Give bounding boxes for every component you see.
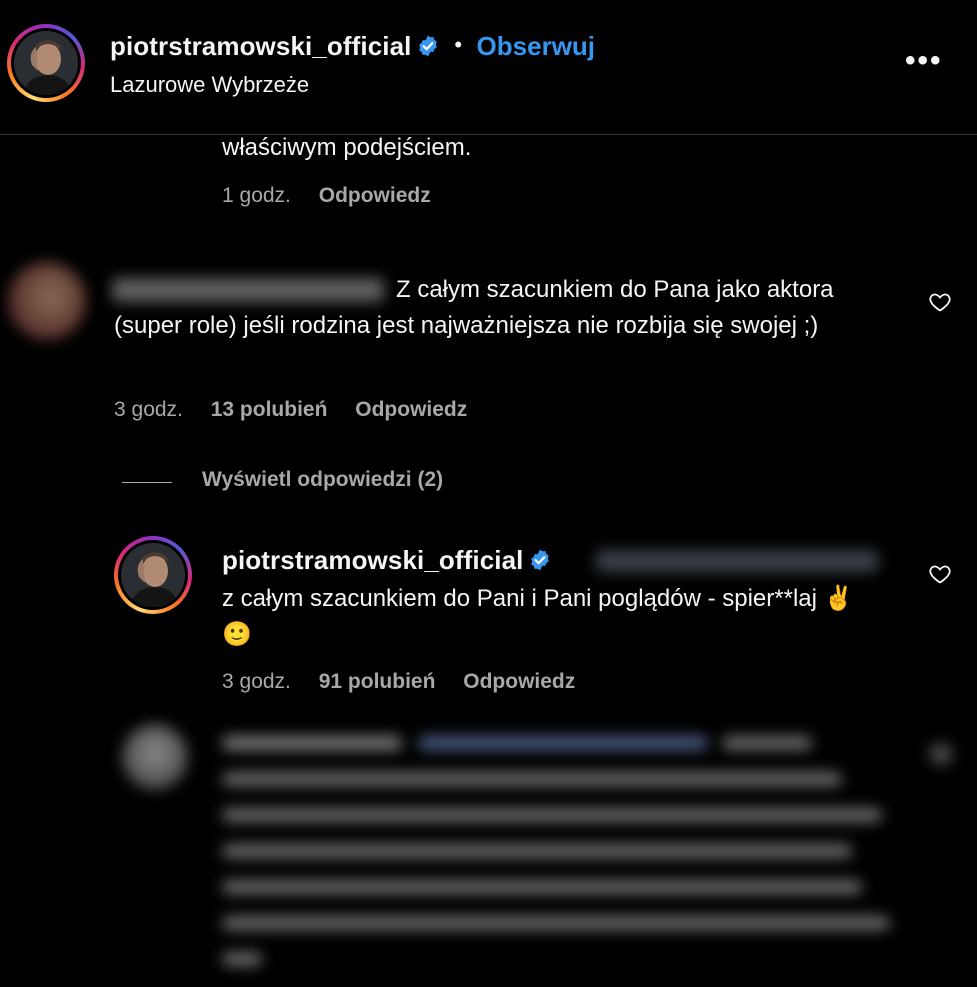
author-avatar[interactable] <box>7 24 85 102</box>
post-header: piotrstramowski_official • Obserwuj Lazu… <box>0 0 977 135</box>
heart-icon[interactable] <box>928 562 952 586</box>
commenter-avatar[interactable] <box>8 262 86 340</box>
replies-divider-line <box>122 482 172 483</box>
partial-comment-time: 1 godz. <box>222 184 291 207</box>
partial-comment-reply-button[interactable]: Odpowiedz <box>319 184 431 207</box>
first-comment-text: Z całym szacunkiem do Pana jako aktora (… <box>114 276 834 339</box>
first-comment-time: 3 godz. <box>114 398 183 421</box>
reply-meta: 3 godz. 91 polubień Odpowiedz <box>222 670 575 694</box>
header-separator: • <box>454 32 463 57</box>
blurred-reply-content <box>222 728 922 978</box>
view-replies-label[interactable]: Wyświetl odpowiedzi (2) <box>202 468 443 491</box>
author-username[interactable]: piotrstramowski_official <box>110 31 411 61</box>
verified-badge-icon <box>531 549 549 571</box>
reply-reply-button[interactable]: Odpowiedz <box>463 670 575 693</box>
partial-comment-text: właściwym podejściem. <box>222 134 472 161</box>
blurred-reply-avatar[interactable] <box>122 724 188 790</box>
view-replies-button[interactable]: Wyświetl odpowiedzi (2) <box>202 468 443 492</box>
first-comment-likes[interactable]: 13 polubień <box>211 398 328 421</box>
reply-author-username[interactable]: piotrstramowski_official <box>222 545 523 575</box>
blurred-heart-icon[interactable] <box>930 744 952 764</box>
mentioned-user-blurred[interactable] <box>596 550 878 572</box>
partial-comment-meta: 1 godz. Odpowiedz <box>222 184 431 208</box>
first-comment-meta: 3 godz. 13 polubień Odpowiedz <box>114 398 467 422</box>
author-line: piotrstramowski_official • Obserwuj <box>110 31 595 62</box>
post-location[interactable]: Lazurowe Wybrzeże <box>110 72 309 98</box>
verified-badge-icon <box>419 35 437 57</box>
heart-icon[interactable] <box>928 290 952 314</box>
follow-button[interactable]: Obserwuj <box>477 31 595 61</box>
reply-time: 3 godz. <box>222 670 291 693</box>
first-comment-reply-button[interactable]: Odpowiedz <box>355 398 467 421</box>
reply-text: z całym szacunkiem do Pani i Pani pogląd… <box>222 585 854 648</box>
reply-author-line: piotrstramowski_official <box>222 545 552 576</box>
reply-author-avatar[interactable] <box>114 536 192 614</box>
reply-likes[interactable]: 91 polubień <box>319 670 436 693</box>
more-options-icon[interactable]: ••• <box>905 44 943 78</box>
